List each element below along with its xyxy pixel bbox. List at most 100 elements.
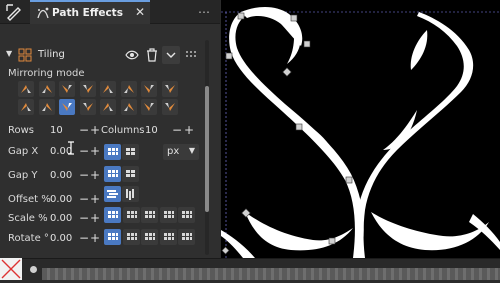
path-node-handles[interactable] [221, 12, 353, 255]
eye-icon[interactable] [125, 48, 139, 62]
mirroring-mode-button[interactable] [120, 99, 137, 115]
mirror-mode-icon [62, 103, 72, 111]
scale-mode-button[interactable] [141, 207, 158, 223]
gap-y-grid-button[interactable] [104, 166, 121, 182]
rotate-increase-button[interactable]: + [90, 232, 100, 244]
rotate-mode-button[interactable] [159, 229, 177, 245]
offset-decrease-button[interactable]: − [79, 193, 89, 205]
columns-label: Columns [101, 125, 145, 136]
grid-icon [126, 233, 137, 240]
scale-decrease-button[interactable]: − [79, 212, 89, 224]
gap-x-grid-button[interactable] [104, 144, 121, 160]
mirror-mode-icon [103, 103, 113, 111]
gap-x-decrease-button[interactable]: − [79, 145, 89, 157]
gap-y-value[interactable]: 0.00 [50, 170, 72, 181]
scale-mode-button[interactable] [159, 207, 177, 223]
scale-value[interactable]: 0.00 [50, 213, 72, 224]
drag-handle-icon[interactable] [185, 48, 197, 60]
panel-menu-icon[interactable]: ⋯ [198, 5, 210, 19]
rows-increase-button[interactable]: + [90, 124, 100, 136]
gap-x-increase-button[interactable]: + [90, 145, 100, 157]
unit-value: px [167, 146, 180, 157]
scale-increase-button[interactable]: + [90, 212, 100, 224]
mirror-mode-icon [123, 85, 134, 93]
rows-decrease-button[interactable]: − [79, 124, 89, 136]
rotate-mode-button[interactable] [178, 229, 195, 245]
gap-y-increase-button[interactable]: + [90, 169, 100, 181]
mirroring-mode-button[interactable] [38, 99, 55, 115]
columns-increase-button[interactable]: + [184, 124, 194, 136]
effect-row[interactable]: ▼ Tiling [0, 44, 205, 66]
mirroring-mode-button[interactable] [100, 99, 116, 115]
mirror-mode-icon [123, 103, 134, 111]
mirroring-mode-button[interactable] [100, 81, 116, 97]
rotate-mode-button[interactable] [141, 229, 158, 245]
mirroring-mode-button[interactable] [38, 81, 55, 97]
mirror-mode-icon [82, 103, 93, 111]
effect-name: Tiling [38, 49, 65, 60]
mirror-mode-icon [41, 103, 52, 111]
scale-label: Scale % [8, 213, 48, 224]
grid-icon [126, 148, 135, 155]
drawing-canvas[interactable] [221, 0, 500, 258]
scale-mode-button[interactable] [178, 207, 195, 223]
chevron-down-icon [166, 52, 176, 58]
mirror-mode-icon [41, 85, 52, 93]
no-fill-swatch[interactable] [0, 258, 22, 280]
tab-path-effects[interactable]: Path Effects ✕ [30, 0, 150, 24]
unit-select[interactable]: px ▼ [163, 144, 199, 160]
rotate-mode-button[interactable] [104, 229, 121, 245]
gap-y-decrease-button[interactable]: − [79, 169, 89, 181]
grid-icon [126, 170, 135, 177]
offset-rows-icon [107, 190, 118, 198]
grid-icon [108, 170, 118, 177]
text-cursor-icon [68, 141, 74, 155]
grid-icon [163, 233, 174, 240]
offset-rows-button[interactable] [104, 186, 121, 202]
grid-icon [126, 211, 137, 218]
path-effects-icon [37, 7, 49, 19]
rows-value[interactable]: 10 [50, 125, 63, 136]
grid-icon [145, 233, 155, 240]
rotate-value[interactable]: 0.00 [50, 233, 72, 244]
rotate-decrease-button[interactable]: − [79, 232, 89, 244]
mirroring-mode-button[interactable] [18, 81, 34, 97]
dock-tab-bar: Path Effects ✕ ⋯ [0, 0, 220, 24]
mirroring-mode-button[interactable] [79, 81, 96, 97]
no-paint-icon [1, 259, 21, 279]
columns-value[interactable]: 10 [145, 125, 158, 136]
rotate-mode-button[interactable] [122, 229, 140, 245]
gap-y-grid-alt-button[interactable] [122, 166, 139, 182]
mirroring-mode-button[interactable] [141, 99, 157, 115]
color-palette[interactable] [42, 268, 500, 280]
mirroring-mode-button[interactable] [120, 81, 137, 97]
offset-increase-button[interactable]: + [90, 193, 100, 205]
gap-x-grid-alt-button[interactable] [122, 144, 139, 160]
collapse-arrow-icon[interactable]: ▼ [6, 49, 12, 58]
mirroring-mode-button[interactable] [59, 99, 75, 115]
scale-mode-button[interactable] [104, 207, 121, 223]
trash-icon[interactable] [146, 48, 158, 62]
scale-mode-button[interactable] [122, 207, 140, 223]
pen-tool-icon[interactable] [5, 3, 23, 21]
mirroring-mode-button[interactable] [161, 99, 178, 115]
tab-label: Path Effects [52, 7, 123, 19]
close-tab-icon[interactable]: ✕ [135, 5, 145, 19]
mirror-mode-icon [21, 103, 31, 111]
offset-value[interactable]: 0.00 [50, 194, 72, 205]
mirroring-mode-button[interactable] [141, 81, 157, 97]
mirroring-mode-button[interactable] [79, 99, 96, 115]
grid-icon [163, 211, 174, 218]
mirroring-mode-button[interactable] [59, 81, 75, 97]
grid-icon [108, 148, 118, 155]
fill-indicator-icon[interactable] [30, 266, 37, 273]
mirroring-mode-button[interactable] [18, 99, 34, 115]
columns-decrease-button[interactable]: − [172, 124, 182, 136]
offset-columns-button[interactable] [122, 186, 139, 202]
effect-menu-button[interactable] [162, 46, 180, 64]
mirror-mode-icon [164, 85, 175, 93]
scrollbar-thumb[interactable] [205, 86, 209, 212]
mirroring-mode-button[interactable] [161, 81, 178, 97]
leaf-bottom-left [245, 212, 353, 251]
mirror-mode-icon [144, 103, 154, 111]
